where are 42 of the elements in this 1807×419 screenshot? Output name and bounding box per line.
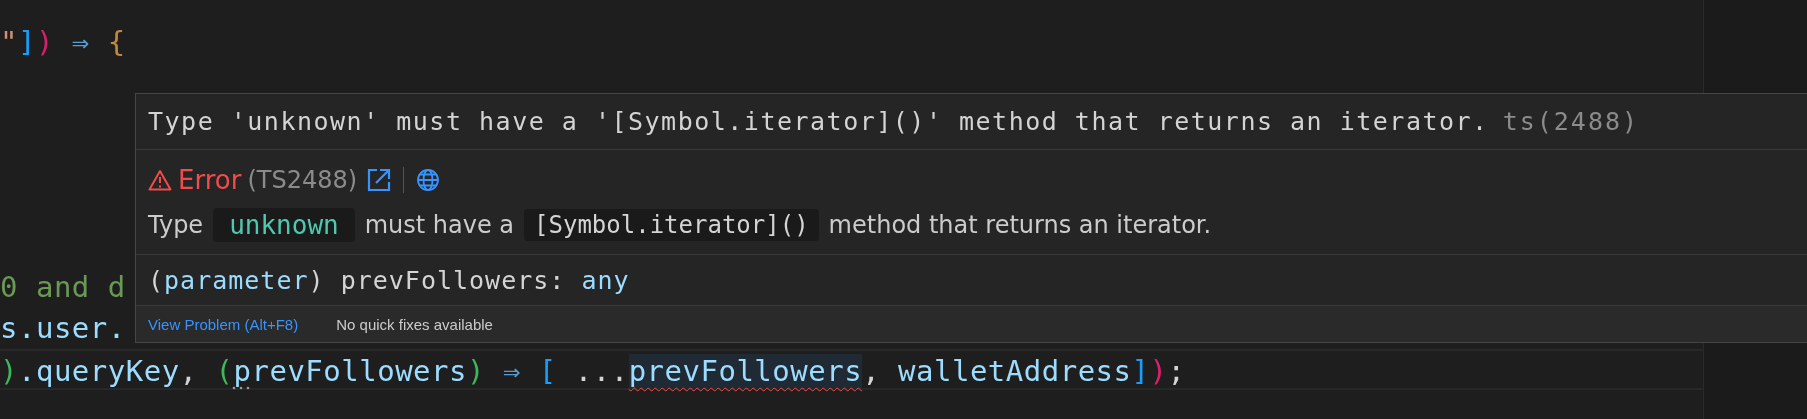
severity-label: Error [178,165,242,195]
code-token: [ [538,354,557,388]
external-link-icon[interactable] [367,168,392,192]
warning-icon [148,169,172,191]
code-token: ⇒ [501,354,522,388]
code-token: .queryKey [17,354,180,388]
code-token: ( [215,354,234,388]
code-token: 0 and d [0,270,126,304]
code-token: , [179,354,199,388]
code-token: , [862,354,882,388]
error-source: ts(2488) [1502,107,1640,136]
view-problem-link[interactable]: View Problem (Alt+F8) [148,315,299,333]
code-snippet: unknown [213,208,355,242]
code-token: ) [467,354,485,388]
detail-text: must have a [364,211,515,239]
code-token: ⇒ [70,25,91,59]
detail-text: method that returns an iterator. [828,211,1212,239]
code-token: ) [1149,354,1168,388]
code-token: ) [35,25,54,59]
code-token: ... [573,354,629,388]
code-token: ] [17,25,36,59]
signature-text: parameter [164,265,309,295]
code-snippet: [Symbol.iterator]() [524,209,819,241]
signature-text: any [581,265,630,295]
code-token: " [0,25,18,59]
globe-icon[interactable] [416,168,441,192]
detail-text: Type [148,211,204,239]
code-editor[interactable] [0,0,1807,419]
code-token: ) [0,354,18,388]
code-token: ; [1167,354,1186,388]
code-token: prevFollowers [628,354,863,388]
code-token: { [107,25,126,59]
code-token: walletAddress [898,354,1132,388]
code-token: ] [1131,354,1150,388]
signature-text: ( [148,265,165,295]
error-code: (TS2488) [247,166,358,194]
code-token: s.user. [0,311,126,345]
code-token: prevFollowers [233,354,467,388]
hint-dots-icon [232,386,250,390]
error-message: Type 'unknown' must have a '[Symbol.iterator]()' method that returns an iterator. [148,107,1489,136]
signature-text: ) prevFollowers: [308,265,567,295]
quick-fix-note: No quick fixes available [336,315,493,333]
